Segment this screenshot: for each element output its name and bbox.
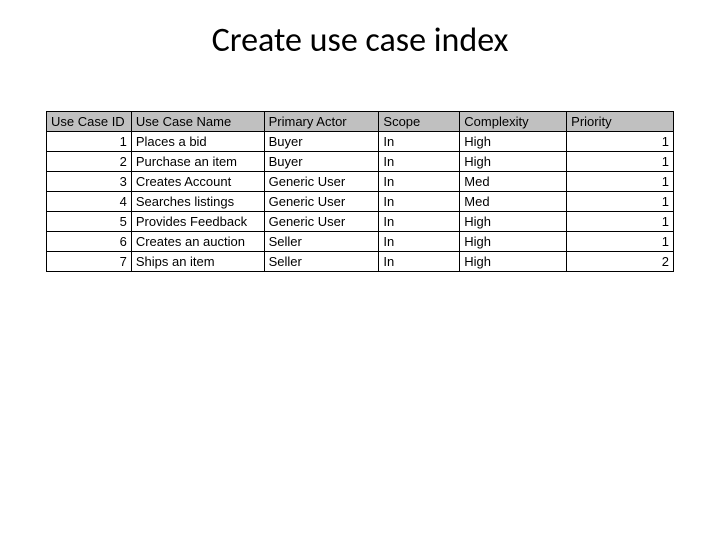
cell-actor: Generic User (264, 212, 379, 232)
cell-complexity: High (460, 152, 567, 172)
cell-name: Ships an item (131, 252, 264, 272)
header-priority: Priority (567, 112, 674, 132)
table-row: 7 Ships an item Seller In High 2 (47, 252, 674, 272)
cell-priority: 1 (567, 132, 674, 152)
table-row: 3 Creates Account Generic User In Med 1 (47, 172, 674, 192)
cell-id: 3 (47, 172, 132, 192)
cell-name: Purchase an item (131, 152, 264, 172)
table-row: 5 Provides Feedback Generic User In High… (47, 212, 674, 232)
cell-complexity: High (460, 132, 567, 152)
table-row: 4 Searches listings Generic User In Med … (47, 192, 674, 212)
cell-actor: Buyer (264, 132, 379, 152)
cell-actor: Generic User (264, 192, 379, 212)
cell-name: Places a bid (131, 132, 264, 152)
cell-actor: Seller (264, 232, 379, 252)
cell-complexity: High (460, 212, 567, 232)
cell-name: Searches listings (131, 192, 264, 212)
cell-scope: In (379, 212, 460, 232)
page-title: Create use case index (0, 0, 720, 111)
cell-id: 2 (47, 152, 132, 172)
cell-complexity: High (460, 232, 567, 252)
table-row: 6 Creates an auction Seller In High 1 (47, 232, 674, 252)
use-case-table: Use Case ID Use Case Name Primary Actor … (46, 111, 674, 272)
cell-id: 6 (47, 232, 132, 252)
cell-complexity: Med (460, 172, 567, 192)
cell-priority: 1 (567, 212, 674, 232)
header-name: Use Case Name (131, 112, 264, 132)
cell-name: Creates an auction (131, 232, 264, 252)
cell-scope: In (379, 192, 460, 212)
cell-scope: In (379, 232, 460, 252)
cell-priority: 1 (567, 232, 674, 252)
cell-scope: In (379, 132, 460, 152)
table-row: 2 Purchase an item Buyer In High 1 (47, 152, 674, 172)
cell-priority: 1 (567, 172, 674, 192)
cell-actor: Buyer (264, 152, 379, 172)
cell-id: 1 (47, 132, 132, 152)
table-row: 1 Places a bid Buyer In High 1 (47, 132, 674, 152)
cell-name: Creates Account (131, 172, 264, 192)
cell-complexity: High (460, 252, 567, 272)
cell-priority: 1 (567, 152, 674, 172)
header-scope: Scope (379, 112, 460, 132)
cell-priority: 1 (567, 192, 674, 212)
cell-scope: In (379, 152, 460, 172)
cell-id: 5 (47, 212, 132, 232)
cell-priority: 2 (567, 252, 674, 272)
cell-actor: Generic User (264, 172, 379, 192)
cell-scope: In (379, 172, 460, 192)
header-complexity: Complexity (460, 112, 567, 132)
cell-actor: Seller (264, 252, 379, 272)
header-id: Use Case ID (47, 112, 132, 132)
cell-complexity: Med (460, 192, 567, 212)
table-header-row: Use Case ID Use Case Name Primary Actor … (47, 112, 674, 132)
cell-name: Provides Feedback (131, 212, 264, 232)
cell-id: 7 (47, 252, 132, 272)
cell-scope: In (379, 252, 460, 272)
cell-id: 4 (47, 192, 132, 212)
header-actor: Primary Actor (264, 112, 379, 132)
table-container: Use Case ID Use Case Name Primary Actor … (0, 111, 720, 272)
